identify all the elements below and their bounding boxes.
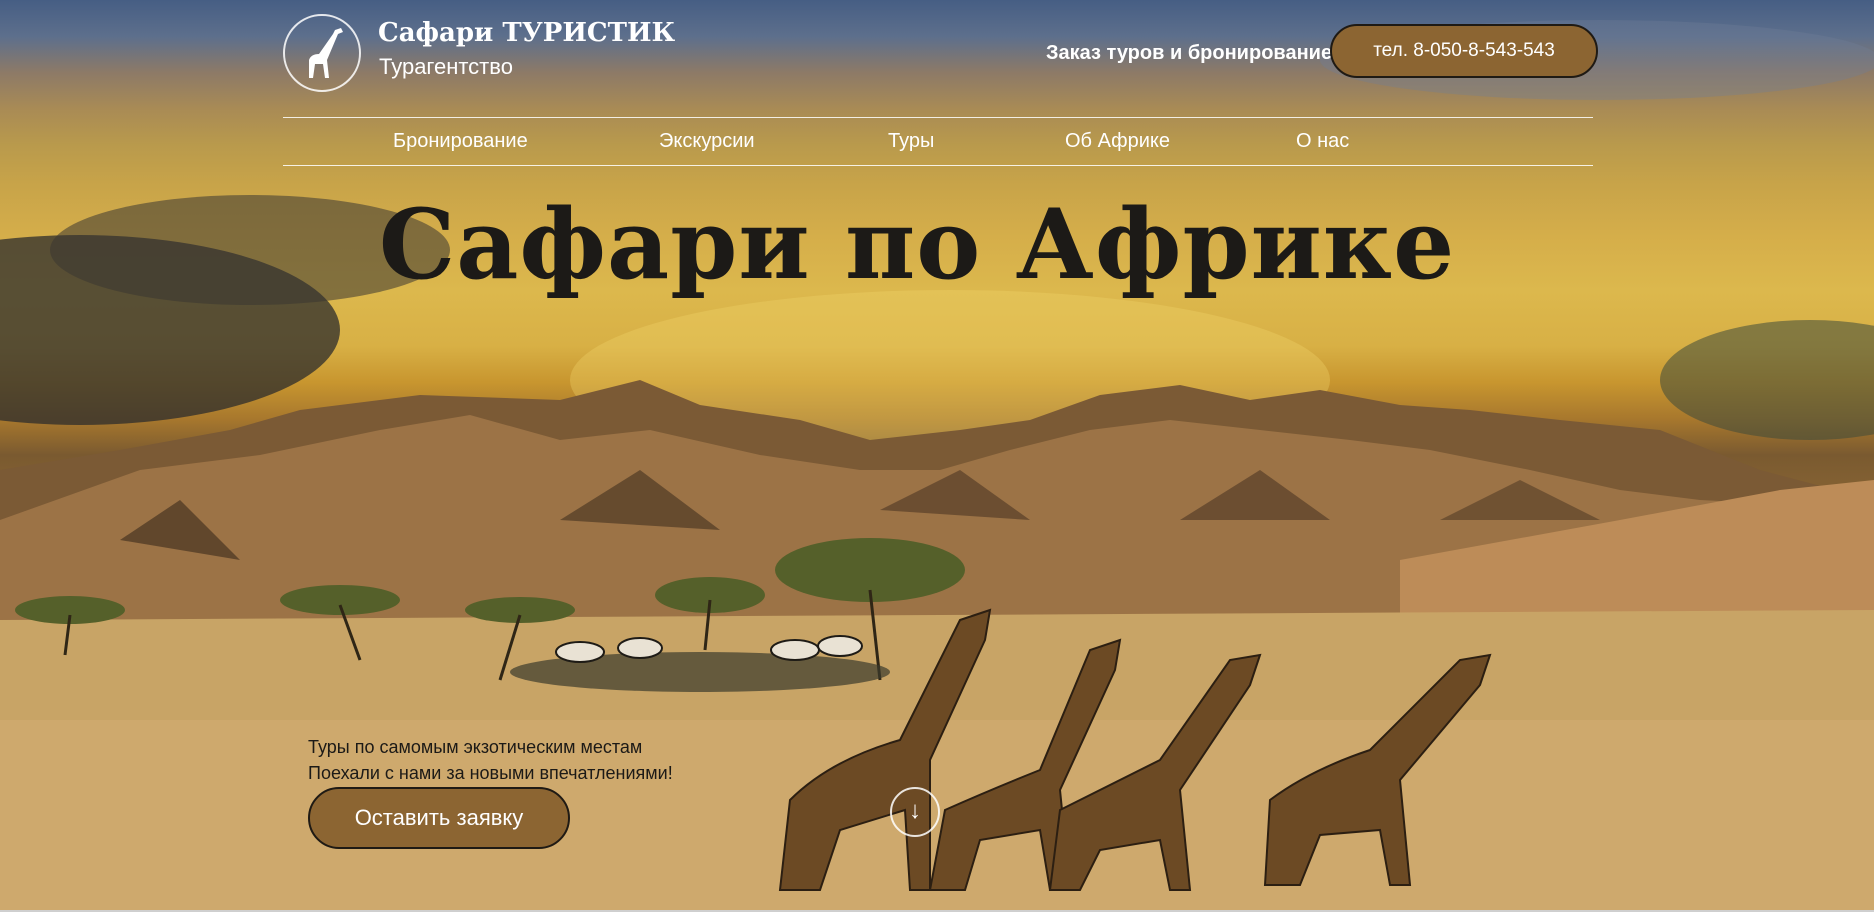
scroll-down-button[interactable]: ↓ xyxy=(890,787,940,837)
main-nav: Бронирование Экскурсии Туры Об Африке О … xyxy=(283,117,1593,166)
brand-subtitle: Турагентство xyxy=(379,54,513,79)
nav-item-about-us[interactable]: О нас xyxy=(1296,130,1349,153)
nav-item-tours[interactable]: Туры xyxy=(888,130,934,153)
brand-name: Сафари ТУРИСТИК xyxy=(378,18,676,48)
arrow-down-icon: ↓ xyxy=(909,797,921,824)
logo[interactable] xyxy=(283,14,361,92)
request-button[interactable]: Оставить заявку xyxy=(308,787,570,849)
hero-tagline-1: Туры по самомым экзотическим местам xyxy=(308,737,643,757)
nav-item-about-africa[interactable]: Об Африке xyxy=(1065,130,1170,153)
phone-button[interactable]: тел. 8-050-8-543-543 xyxy=(1330,24,1598,78)
hero-title: Сафари по Африке xyxy=(378,188,1456,301)
nav-item-booking[interactable]: Бронирование xyxy=(393,130,528,153)
hero-tagline-2: Поехали с нами за новыми впечатлениями! xyxy=(308,763,673,783)
order-label: Заказ туров и бронирование: xyxy=(1046,42,1339,64)
giraffe-icon xyxy=(309,28,343,78)
nav-item-excursions[interactable]: Экскурсии xyxy=(659,130,755,153)
hero-section: Сафари ТУРИСТИК Турагентство Заказ туров… xyxy=(0,0,1874,910)
